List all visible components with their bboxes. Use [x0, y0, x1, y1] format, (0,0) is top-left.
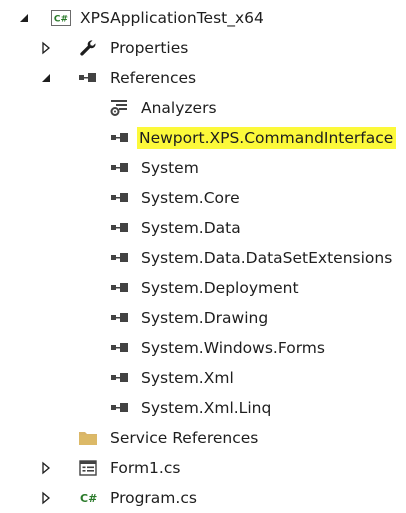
- expanded-arrow-icon[interactable]: [17, 11, 31, 25]
- reference-icon: [110, 249, 130, 267]
- reference-label: System.Drawing: [141, 309, 269, 327]
- reference-item-system-drawing[interactable]: System.Drawing: [0, 303, 406, 333]
- program-label: Program.cs: [110, 489, 197, 507]
- reference-item-system[interactable]: System: [0, 153, 406, 183]
- analyzers-icon: [110, 99, 130, 117]
- reference-label: System.Core: [141, 189, 240, 207]
- solution-explorer-tree: C# XPSApplicationTest_x64 Properties Ref…: [0, 0, 406, 508]
- svg-text:C#: C#: [80, 492, 97, 505]
- csharp-project-icon: C#: [50, 9, 72, 27]
- wrench-icon: [78, 39, 98, 57]
- reference-label: System.Xml: [141, 369, 234, 387]
- reference-label: System.Xml.Linq: [141, 399, 272, 417]
- reference-icon: [110, 219, 130, 237]
- reference-icon: [110, 369, 130, 387]
- csharp-file-icon: C#: [78, 489, 102, 507]
- reference-item-system-xml[interactable]: System.Xml: [0, 363, 406, 393]
- reference-item-system-windows-forms[interactable]: System.Windows.Forms: [0, 333, 406, 363]
- reference-label: System: [141, 159, 199, 177]
- reference-icon: [110, 159, 130, 177]
- reference-label: System.Data: [141, 219, 241, 237]
- reference-icon: [110, 399, 130, 417]
- reference-icon: [110, 129, 130, 147]
- properties-label: Properties: [110, 39, 189, 57]
- reference-icon: [110, 339, 130, 357]
- expanded-arrow-icon[interactable]: [39, 71, 53, 85]
- form1-label: Form1.cs: [110, 459, 181, 477]
- reference-icon: [110, 189, 130, 207]
- references-label: References: [110, 69, 197, 87]
- service-references-label: Service References: [110, 429, 259, 447]
- reference-item-system-data[interactable]: System.Data: [0, 213, 406, 243]
- reference-item-system-core[interactable]: System.Core: [0, 183, 406, 213]
- tree-node-program[interactable]: C# Program.cs: [0, 483, 406, 513]
- collapsed-arrow-icon[interactable]: [39, 41, 53, 55]
- folder-icon: [78, 429, 98, 447]
- project-label: XPSApplicationTest_x64: [80, 9, 264, 27]
- reference-label: Newport.XPS.CommandInterface: [137, 127, 397, 149]
- reference-item-system-data-datasetextensions[interactable]: System.Data.DataSetExtensions: [0, 243, 406, 273]
- collapsed-arrow-icon[interactable]: [39, 461, 53, 475]
- reference-icon: [110, 309, 130, 327]
- reference-icon: [110, 279, 130, 297]
- tree-node-form1[interactable]: Form1.cs: [0, 453, 406, 483]
- references-icon: [78, 69, 98, 87]
- tree-node-properties[interactable]: Properties: [0, 33, 406, 63]
- collapsed-arrow-icon[interactable]: [39, 491, 53, 505]
- reference-label: System.Deployment: [141, 279, 299, 297]
- reference-item-system-deployment[interactable]: System.Deployment: [0, 273, 406, 303]
- reference-label: System.Windows.Forms: [141, 339, 325, 357]
- tree-node-references[interactable]: References: [0, 63, 406, 93]
- reference-item-system-xml-linq[interactable]: System.Xml.Linq: [0, 393, 406, 423]
- reference-label: Analyzers: [141, 99, 217, 117]
- tree-node-service-references[interactable]: Service References: [0, 423, 406, 453]
- form-icon: [78, 459, 98, 477]
- reference-label: System.Data.DataSetExtensions: [141, 249, 393, 267]
- reference-item-analyzers[interactable]: Analyzers: [0, 93, 406, 123]
- reference-item-newport-xps-commandinterface[interactable]: Newport.XPS.CommandInterface: [0, 123, 406, 153]
- tree-node-project[interactable]: C# XPSApplicationTest_x64: [0, 3, 406, 33]
- svg-text:C#: C#: [54, 15, 68, 25]
